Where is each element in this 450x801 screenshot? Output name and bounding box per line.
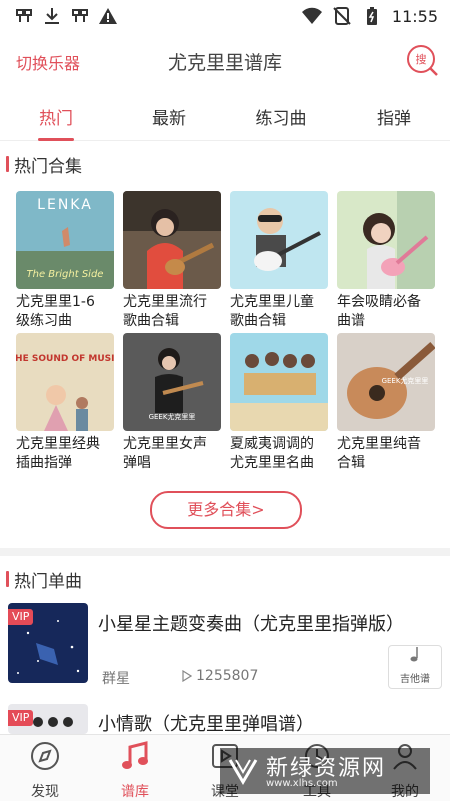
album-title: 尤克里里纯音 合辑	[337, 436, 421, 471]
section-divider	[0, 548, 450, 556]
play-icon	[182, 670, 192, 682]
clock: 11:55	[391, 6, 438, 26]
notification-app-icon	[16, 9, 32, 22]
album-title: 尤克里里经典 插曲指弹	[16, 436, 100, 471]
more-collections-button[interactable]: 更多合集>	[150, 491, 302, 529]
nav-label: 发现	[31, 784, 59, 800]
wifi-icon	[301, 7, 322, 25]
tab-practice[interactable]: 练习曲	[236, 104, 326, 129]
album-cover	[230, 191, 328, 289]
battery-icon	[366, 7, 377, 25]
album-cover	[230, 333, 328, 431]
album-card[interactable]: 夏威夷调调的 尤克里里名曲	[230, 333, 328, 473]
sheet-type-badge[interactable]: 吉他谱	[388, 645, 442, 689]
album-card[interactable]: GEEK尤克里里 尤克里里纯音 合辑	[337, 333, 435, 473]
music-note-icon	[122, 741, 148, 769]
album-card[interactable]: GEEK尤克里里 尤克里里女声 弹唱	[123, 333, 221, 473]
tab-hot[interactable]: 热门	[11, 104, 101, 129]
sheet-type-label: 吉他谱	[400, 674, 430, 685]
album-cover	[337, 191, 435, 289]
page-title: 尤克里里谱库	[167, 52, 282, 74]
album-title: 年会吸睛必备 曲谱	[337, 294, 421, 329]
cover-subtext: The Bright Side	[27, 269, 104, 280]
cover-text: LENKA	[37, 197, 93, 213]
album-card[interactable]: LENKA The Bright Side 尤克里里1-6 级练习曲	[16, 191, 114, 331]
album-cover	[123, 191, 221, 289]
hot-singles-title: 热门单曲	[6, 567, 82, 592]
album-cover: THE SOUND OF MUSIC	[16, 333, 114, 431]
song-thumb: VIP	[8, 704, 88, 734]
play-count-value: 1255807	[196, 668, 259, 684]
album-card[interactable]: 尤克里里流行 歌曲合辑	[123, 191, 221, 331]
search-label: 搜	[416, 52, 427, 66]
cover-text: THE SOUND OF MUSIC	[16, 354, 114, 364]
song-thumb: VIP	[8, 603, 88, 683]
album-title: 夏威夷调调的 尤克里里名曲	[230, 436, 314, 471]
album-cover: GEEK尤克里里	[337, 333, 435, 431]
download-icon	[45, 8, 59, 24]
cover-text: GEEK尤克里里	[382, 376, 429, 385]
vip-badge: VIP	[8, 710, 34, 726]
watermark-logo	[228, 759, 258, 785]
album-title: 尤克里里流行 歌曲合辑	[123, 294, 207, 329]
category-tabs: 热门 最新 练习曲 指弹	[0, 88, 450, 141]
search-icon: 搜	[407, 45, 438, 76]
song-title: 小情歌（尤克里里弹唱谱）	[98, 714, 314, 735]
album-title: 尤克里里女声 弹唱	[123, 436, 207, 471]
active-tab-indicator	[38, 138, 74, 141]
nav-library[interactable]: 谱库	[100, 739, 170, 801]
compass-icon	[31, 742, 59, 770]
song-artist: 群星	[102, 671, 130, 687]
album-card[interactable]: 年会吸睛必备 曲谱	[337, 191, 435, 331]
notification-app-icon	[72, 9, 88, 22]
nav-label: 谱库	[121, 784, 149, 800]
play-count: 1255807	[182, 668, 258, 684]
search-button[interactable]: 搜	[404, 42, 440, 78]
album-title: 尤克里里儿童 歌曲合辑	[230, 294, 314, 329]
status-bar: 11:55	[0, 0, 450, 32]
album-card[interactable]: 尤克里里儿童 歌曲合辑	[230, 191, 328, 331]
watermark: 新绿资源网 www.xlhs.com	[220, 748, 430, 794]
tab-fingerstyle[interactable]: 指弹	[349, 104, 439, 129]
album-cover: GEEK尤克里里	[123, 333, 221, 431]
album-card[interactable]: THE SOUND OF MUSIC 尤克里里经典 插曲指弹	[16, 333, 114, 473]
vip-badge: VIP	[8, 609, 34, 625]
app-header: 切换乐器 尤克里里谱库 搜	[0, 32, 450, 88]
no-sim-icon	[333, 7, 351, 25]
watermark-url: www.xlhs.com	[266, 778, 338, 789]
cover-text: GEEK尤克里里	[149, 412, 196, 421]
hot-collections-title: 热门合集	[6, 152, 82, 177]
nav-discover[interactable]: 发现	[10, 739, 80, 801]
album-cover: LENKA The Bright Side	[16, 191, 114, 289]
album-title: 尤克里里1-6 级练习曲	[16, 294, 95, 329]
warning-icon	[99, 8, 117, 24]
music-note-icon	[410, 647, 418, 662]
tab-latest[interactable]: 最新	[124, 104, 214, 129]
song-title: 小星星主题变奏曲（尤克里里指弹版）	[98, 614, 404, 635]
